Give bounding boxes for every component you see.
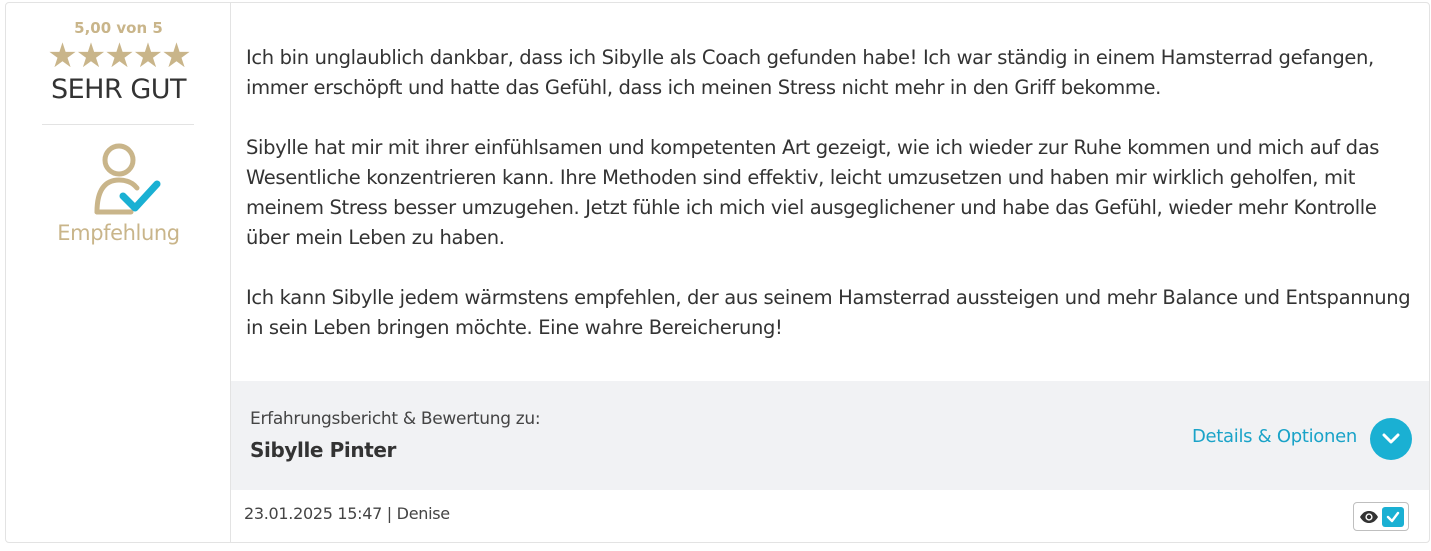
visibility-badge[interactable] — [1353, 502, 1409, 531]
review-paragraph: Sibylle hat mir mit ihrer einfühlsamen u… — [246, 136, 1380, 249]
details-options-link[interactable]: Details & Optionen — [1192, 426, 1357, 447]
user-check-icon — [93, 140, 161, 216]
footer-subtitle: Erfahrungsbericht & Bewertung zu: — [250, 409, 541, 429]
chevron-down-icon — [1382, 433, 1400, 444]
rating-label: SEHR GUT — [50, 74, 187, 105]
eye-icon — [1360, 511, 1378, 523]
details-options-button[interactable] — [1370, 418, 1412, 460]
rating-score: 5,00 von 5 — [74, 19, 163, 37]
reviewed-person-name: Sibylle Pinter — [250, 438, 396, 462]
review-paragraph: Ich bin unglaublich dankbar, dass ich Si… — [246, 46, 1374, 99]
rating-stars: ★★★★★ — [47, 36, 191, 76]
review-footer: Erfahrungsbericht & Bewertung zu: Sibyll… — [231, 381, 1429, 490]
review-paragraph: Ich kann Sibylle jedem wärmstens empfehl… — [246, 286, 1411, 339]
recommendation-label: Empfehlung — [57, 221, 180, 245]
review-text: Ich bin unglaublich dankbar, dass ich Si… — [246, 43, 1416, 373]
divider — [42, 124, 194, 125]
review-card: 5,00 von 5 ★★★★★ SEHR GUT Empfehlung Ich… — [5, 2, 1430, 543]
review-meta: 23.01.2025 15:47 | Denise — [244, 504, 450, 523]
verified-check-icon — [1382, 507, 1404, 527]
rating-column: 5,00 von 5 ★★★★★ SEHR GUT Empfehlung — [6, 3, 231, 542]
